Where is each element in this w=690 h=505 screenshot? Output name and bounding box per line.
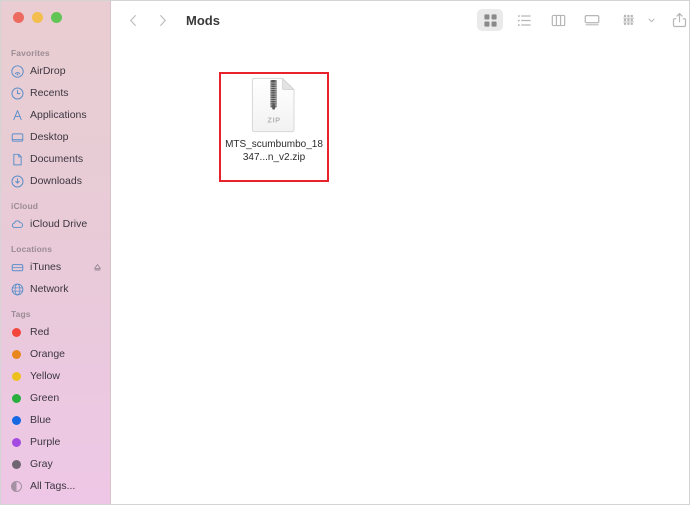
- toolbar-actions: [616, 9, 689, 31]
- sidebar-item-label: Gray: [30, 458, 53, 470]
- airdrop-icon: [10, 64, 24, 78]
- sidebar-item-label: Purple: [30, 436, 61, 448]
- drive-icon: [10, 260, 24, 274]
- sidebar-item-icloud-drive[interactable]: iCloud Drive: [1, 213, 110, 235]
- clock-icon: [10, 86, 24, 100]
- sidebar-item-documents[interactable]: Documents: [1, 148, 110, 170]
- file-item[interactable]: ZIP MTS_scumbumbo_18347...n_v2.zip: [224, 77, 324, 164]
- sidebar-item-tag-orange[interactable]: Orange: [1, 343, 110, 365]
- sidebar-item-label: iTunes: [30, 261, 62, 273]
- sidebar-item-label: Desktop: [30, 131, 69, 143]
- forward-button[interactable]: [156, 13, 169, 28]
- sidebar-section-tags: Tags: [11, 309, 31, 319]
- tag-dot-yellow: [12, 371, 21, 381]
- navigation-buttons: [127, 13, 169, 28]
- view-switcher: [477, 9, 605, 31]
- all-tags-icon: [11, 480, 22, 492]
- sidebar-item-tag-purple[interactable]: Purple: [1, 431, 110, 453]
- applications-icon: [10, 108, 24, 122]
- sidebar-item-label: Network: [30, 283, 69, 295]
- sidebar-section-locations: Locations: [11, 244, 53, 254]
- sidebar-item-label: Downloads: [30, 175, 82, 187]
- file-grid: ZIP MTS_scumbumbo_18347...n_v2.zip: [111, 39, 689, 504]
- zip-file-icon: ZIP: [251, 77, 297, 133]
- sidebar-item-label: Applications: [30, 109, 87, 121]
- desktop-icon: [10, 130, 24, 144]
- sidebar-item-label: Green: [30, 392, 60, 404]
- group-by-chevron-down-icon[interactable]: [645, 11, 657, 29]
- sidebar-item-label: Red: [30, 326, 50, 338]
- traffic-lights: [13, 12, 62, 23]
- sidebar-section-favorites: Favorites: [11, 48, 50, 58]
- sidebar-item-tag-gray[interactable]: Gray: [1, 453, 110, 475]
- cloud-icon: [10, 217, 24, 231]
- tag-dot-green: [12, 393, 21, 403]
- sidebar-item-downloads[interactable]: Downloads: [1, 170, 110, 192]
- document-icon: [10, 152, 24, 166]
- zip-icon-label: ZIP: [267, 116, 280, 125]
- sidebar-item-label: Blue: [30, 414, 52, 426]
- maximize-button[interactable]: [51, 12, 62, 23]
- sidebar-item-label: Orange: [30, 348, 66, 360]
- file-name-label: MTS_scumbumbo_18347...n_v2.zip: [225, 139, 323, 163]
- sidebar-item-airdrop[interactable]: AirDrop: [1, 60, 110, 82]
- tag-dot-purple: [12, 437, 21, 447]
- group-by-button[interactable]: [616, 9, 642, 31]
- sidebar-item-tag-yellow[interactable]: Yellow: [1, 365, 110, 387]
- back-button[interactable]: [127, 13, 140, 28]
- network-icon: [10, 282, 24, 296]
- tag-dot-red: [12, 327, 21, 337]
- sidebar-item-label: All Tags...: [30, 480, 76, 492]
- sidebar-item-label: Recents: [30, 87, 69, 99]
- sidebar: Favorites AirDrop Recents Applications D…: [1, 1, 111, 504]
- minimize-button[interactable]: [32, 12, 43, 23]
- tag-dot-orange: [12, 349, 21, 359]
- sidebar-item-applications[interactable]: Applications: [1, 104, 110, 126]
- page-title: Mods: [186, 12, 220, 28]
- sidebar-item-label: Documents: [30, 153, 84, 165]
- sidebar-item-label: AirDrop: [30, 65, 66, 77]
- eject-icon[interactable]: [93, 263, 102, 272]
- close-button[interactable]: [13, 12, 24, 23]
- toolbar: Mods: [111, 1, 689, 39]
- tag-dot-gray: [12, 459, 21, 469]
- sidebar-item-all-tags[interactable]: All Tags...: [1, 475, 110, 497]
- sidebar-item-desktop[interactable]: Desktop: [1, 126, 110, 148]
- column-view-button[interactable]: [545, 9, 571, 31]
- sidebar-item-tag-blue[interactable]: Blue: [1, 409, 110, 431]
- finder-window: Favorites AirDrop Recents Applications D…: [0, 0, 690, 505]
- share-button[interactable]: [666, 9, 689, 31]
- sidebar-item-label: iCloud Drive: [30, 218, 88, 230]
- icon-view-button[interactable]: [477, 9, 503, 31]
- sidebar-item-network[interactable]: Network: [1, 278, 110, 300]
- tag-dot-blue: [12, 415, 21, 425]
- sidebar-item-tag-green[interactable]: Green: [1, 387, 110, 409]
- sidebar-item-tag-red[interactable]: Red: [1, 321, 110, 343]
- sidebar-item-itunes[interactable]: iTunes: [1, 256, 110, 278]
- downloads-icon: [10, 174, 24, 188]
- main-area: Mods ZIP MTS_scumbumbo_18347...n_v2.zip: [111, 1, 689, 504]
- sidebar-section-icloud: iCloud: [11, 201, 39, 211]
- gallery-view-button[interactable]: [579, 9, 605, 31]
- list-view-button[interactable]: [511, 9, 537, 31]
- sidebar-item-label: Yellow: [30, 370, 60, 382]
- sidebar-item-recents[interactable]: Recents: [1, 82, 110, 104]
